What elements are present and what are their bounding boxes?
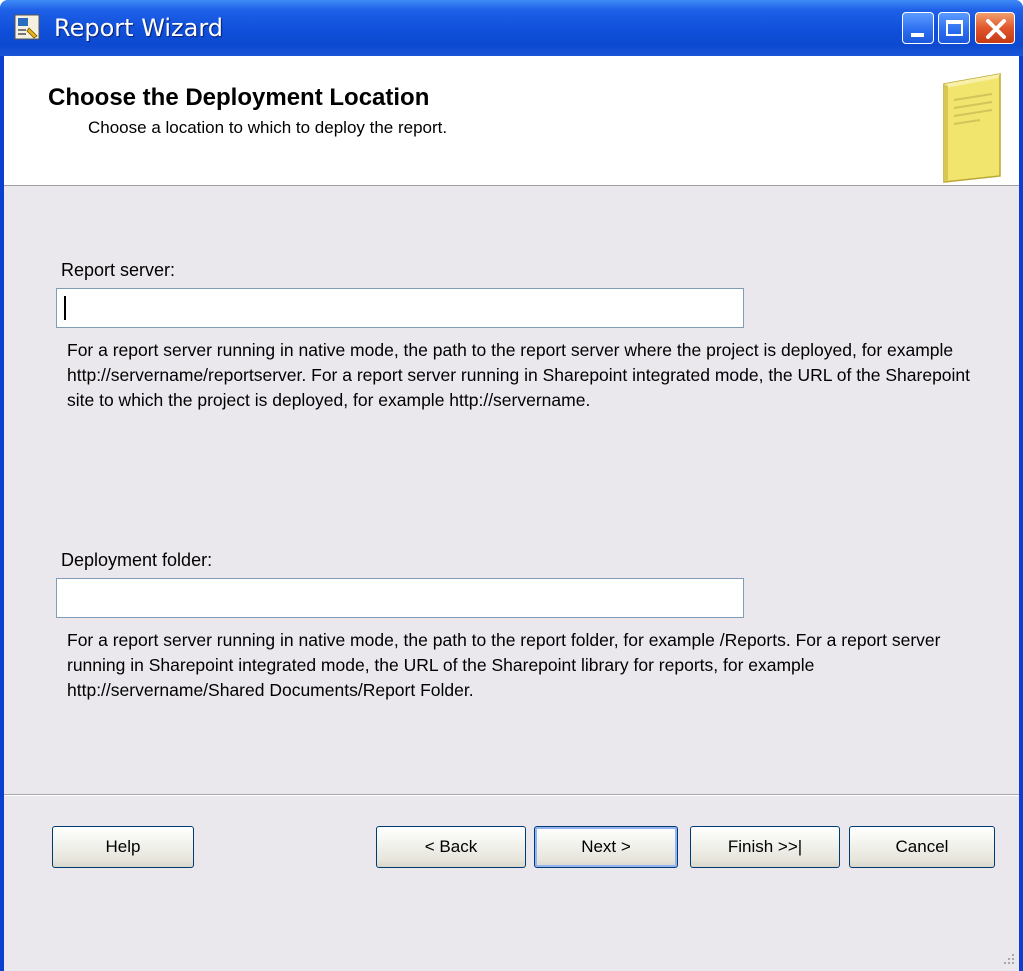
maximize-icon bbox=[946, 20, 963, 36]
help-button[interactable]: Help bbox=[52, 826, 194, 868]
text-caret bbox=[64, 296, 66, 320]
next-button[interactable]: Next > bbox=[534, 826, 678, 868]
close-button[interactable] bbox=[975, 12, 1015, 44]
report-wizard-icon bbox=[14, 14, 40, 40]
deployment-folder-input[interactable] bbox=[56, 578, 744, 618]
deployment-folder-help: For a report server running in native mo… bbox=[67, 630, 941, 700]
minimize-icon bbox=[911, 33, 924, 37]
close-icon bbox=[986, 19, 1006, 39]
cancel-button[interactable]: Cancel bbox=[849, 826, 995, 868]
deployment-folder-label: Deployment folder: bbox=[61, 550, 213, 570]
footer-divider bbox=[4, 794, 1019, 796]
resize-grip-icon[interactable] bbox=[1001, 951, 1015, 965]
page-title: Choose the Deployment Location bbox=[48, 84, 430, 111]
finish-button[interactable]: Finish >>| bbox=[690, 826, 840, 868]
back-button[interactable]: < Back bbox=[376, 826, 526, 868]
report-wizard-window: Report Wizard Choose the Deployment Loca… bbox=[0, 0, 1023, 971]
maximize-button[interactable] bbox=[938, 12, 970, 44]
wizard-client-area: Choose the Deployment Location Choose a … bbox=[4, 56, 1019, 971]
report-server-input[interactable] bbox=[56, 288, 744, 328]
minimize-button[interactable] bbox=[902, 12, 934, 44]
document-icon bbox=[934, 72, 1006, 184]
report-server-help: For a report server running in native mo… bbox=[67, 340, 971, 410]
page-subtitle: Choose a location to which to deploy the… bbox=[88, 118, 448, 137]
window-title: Report Wizard bbox=[54, 14, 224, 42]
report-server-label: Report server: bbox=[61, 260, 176, 280]
title-bar[interactable]: Report Wizard bbox=[0, 0, 1023, 56]
wizard-header: Choose the Deployment Location Choose a … bbox=[4, 56, 1019, 186]
